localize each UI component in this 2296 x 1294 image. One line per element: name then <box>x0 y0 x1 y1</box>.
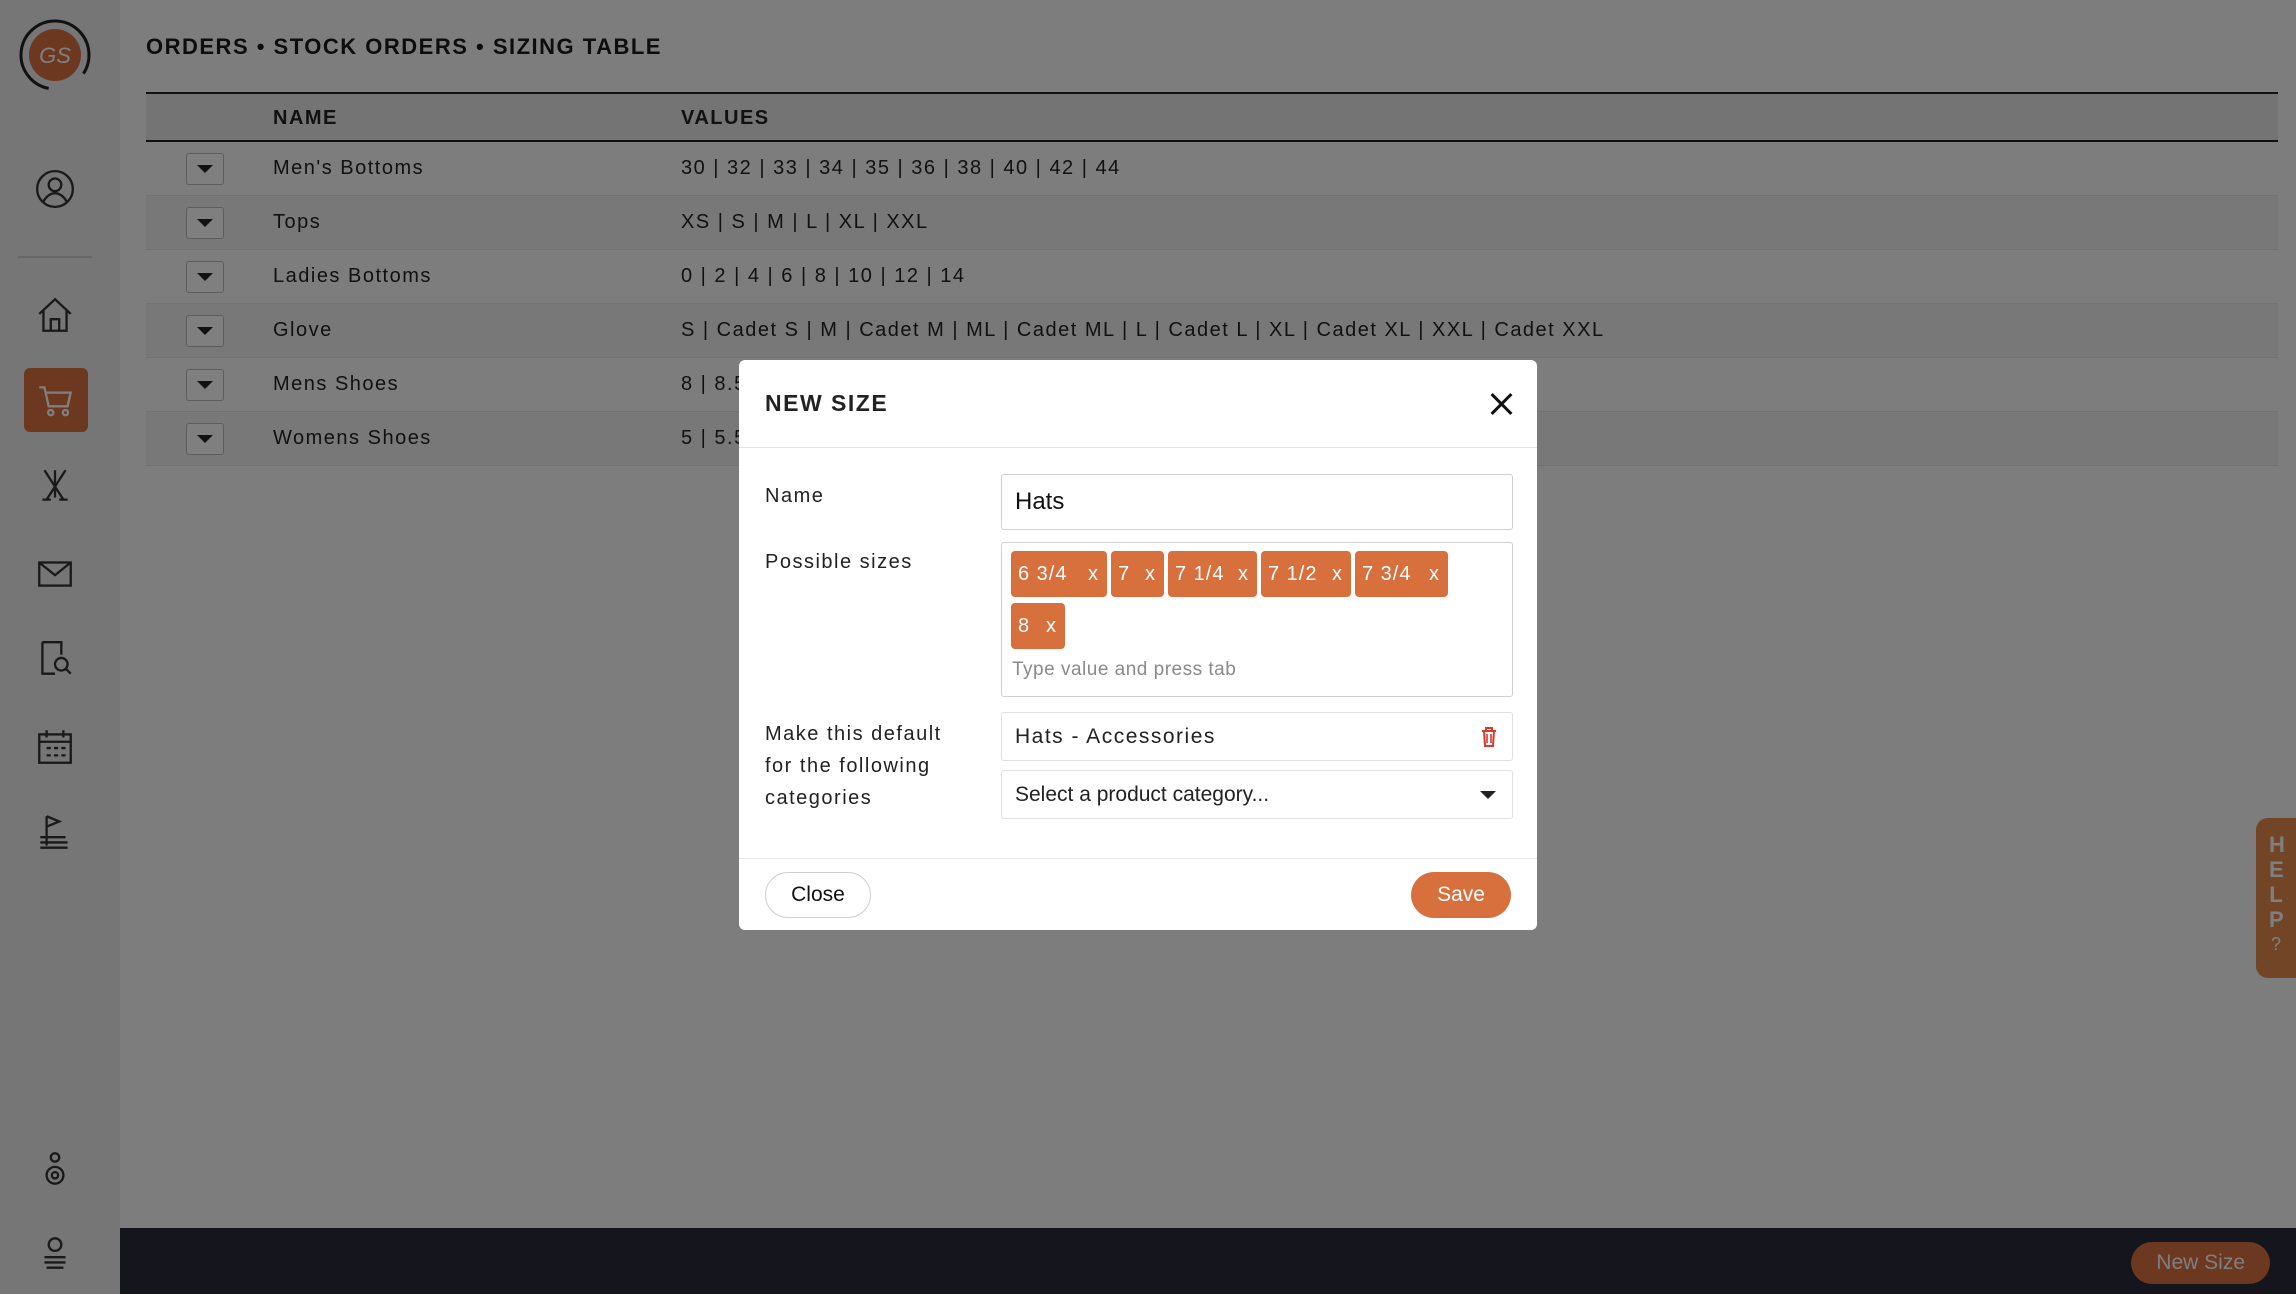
trash-icon[interactable] <box>1480 726 1498 748</box>
modal-title: NEW SIZE <box>765 390 889 416</box>
new-size-modal: NEW SIZE Name Hats Possible sizes 6 3/4 … <box>739 360 1537 930</box>
size-tag: 6 3/4 x <box>1011 551 1107 597</box>
size-tag: 7 3/4 x <box>1355 551 1448 597</box>
default-label-line: Make this default <box>765 723 942 745</box>
chevron-down-icon <box>1480 791 1496 799</box>
remove-tag-icon[interactable]: x <box>1429 551 1440 597</box>
product-category-select[interactable]: Select a product category... <box>1001 770 1513 819</box>
remove-tag-icon[interactable]: x <box>1088 551 1099 597</box>
size-tag-label: 6 3/4 <box>1018 563 1068 585</box>
selected-category-label: Hats - Accessories <box>1015 725 1216 748</box>
default-label-line: categories <box>765 787 873 809</box>
modal-header: NEW SIZE <box>739 360 1537 448</box>
save-button[interactable]: Save <box>1411 872 1511 918</box>
name-input[interactable]: Hats <box>1001 474 1513 530</box>
size-tag-label: 7 3/4 <box>1362 563 1412 585</box>
size-tag-label: 7 1/4 <box>1175 563 1225 585</box>
size-tag: 7 x <box>1111 551 1164 597</box>
size-tag-label: 7 1/2 <box>1268 563 1318 585</box>
default-categories-label: Make this default for the following cate… <box>765 718 942 814</box>
possible-sizes-label: Possible sizes <box>765 551 913 573</box>
selected-category-item: Hats - Accessories <box>1001 712 1513 761</box>
size-tag: 8 x <box>1011 603 1065 649</box>
category-select-placeholder: Select a product category... <box>1015 783 1270 806</box>
default-label-line: for the following <box>765 755 931 777</box>
close-icon[interactable] <box>1485 388 1517 420</box>
modal-footer: Close Save <box>739 858 1537 930</box>
sizes-placeholder: Type value and press tab <box>1012 659 1237 680</box>
size-tag-label: 8 <box>1018 615 1031 637</box>
size-tag-label: 7 <box>1118 563 1131 585</box>
size-tag: 7 1/2 x <box>1261 551 1351 597</box>
close-button[interactable]: Close <box>765 872 871 918</box>
remove-tag-icon[interactable]: x <box>1145 551 1156 597</box>
remove-tag-icon[interactable]: x <box>1238 551 1249 597</box>
remove-tag-icon[interactable]: x <box>1046 603 1057 649</box>
remove-tag-icon[interactable]: x <box>1332 551 1343 597</box>
size-tag: 7 1/4 x <box>1168 551 1257 597</box>
sizes-tag-input[interactable]: 6 3/4 x 7 x 7 1/4 x 7 1/2 x 7 3/4 x 8 x … <box>1001 542 1513 697</box>
name-label: Name <box>765 485 825 507</box>
